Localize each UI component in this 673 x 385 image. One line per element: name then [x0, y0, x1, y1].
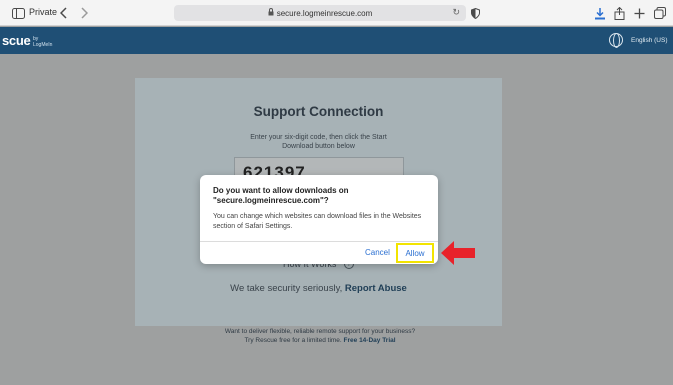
address-bar[interactable]: secure.logmeinrescue.com ↻ [174, 5, 466, 21]
footer-line-1: Want to deliver flexible, reliable remot… [224, 328, 416, 335]
share-icon[interactable] [614, 5, 625, 21]
reload-icon[interactable]: ↻ [452, 7, 460, 18]
forward-icon[interactable] [80, 5, 88, 21]
report-abuse-link[interactable]: Report Abuse [345, 283, 407, 294]
lock-icon [268, 8, 274, 18]
brand-logo[interactable]: scue [2, 33, 31, 48]
dialog-body: You can change which websites can downlo… [213, 213, 422, 230]
footer-line-2: Try Rescue free for a limited time. Free… [170, 336, 470, 345]
site-header: scue by LogMeIn English (US) [0, 27, 673, 54]
shield-icon[interactable] [471, 5, 480, 21]
language-selector[interactable]: English (US) [631, 37, 667, 44]
dialog-title: Do you want to allow downloads on "secur… [213, 186, 349, 205]
new-tab-icon[interactable] [634, 5, 645, 21]
dialog-divider [200, 241, 438, 242]
security-text: We take security seriously, Report Abuse [135, 283, 502, 294]
security-statement: We take security seriously, [230, 283, 345, 294]
back-icon[interactable] [60, 5, 68, 21]
cancel-button[interactable]: Cancel [365, 248, 390, 257]
page-title: Support Connection [253, 104, 384, 119]
free-trial-link[interactable]: Free 14-Day Trial [344, 337, 396, 344]
instruction-text: Enter your six-digit code, then click th… [250, 134, 387, 150]
allow-button[interactable]: Allow [396, 243, 434, 263]
globe-icon[interactable] [609, 33, 623, 48]
url-text: secure.logmeinrescue.com [276, 8, 373, 18]
download-icon[interactable] [594, 5, 606, 21]
red-arrow-icon [441, 241, 475, 265]
private-label: Private [29, 7, 58, 17]
footer-trial-text: Try Rescue free for a limited time. [244, 337, 344, 344]
footer-promo: Want to deliver flexible, reliable remot… [170, 327, 470, 345]
tab-overview-icon[interactable] [654, 5, 666, 21]
browser-toolbar: Private secure.logmeinrescue.com ↻ [0, 0, 673, 26]
brand-logmein-text: LogMeIn [33, 42, 53, 48]
sidebar-icon[interactable] [12, 5, 25, 21]
